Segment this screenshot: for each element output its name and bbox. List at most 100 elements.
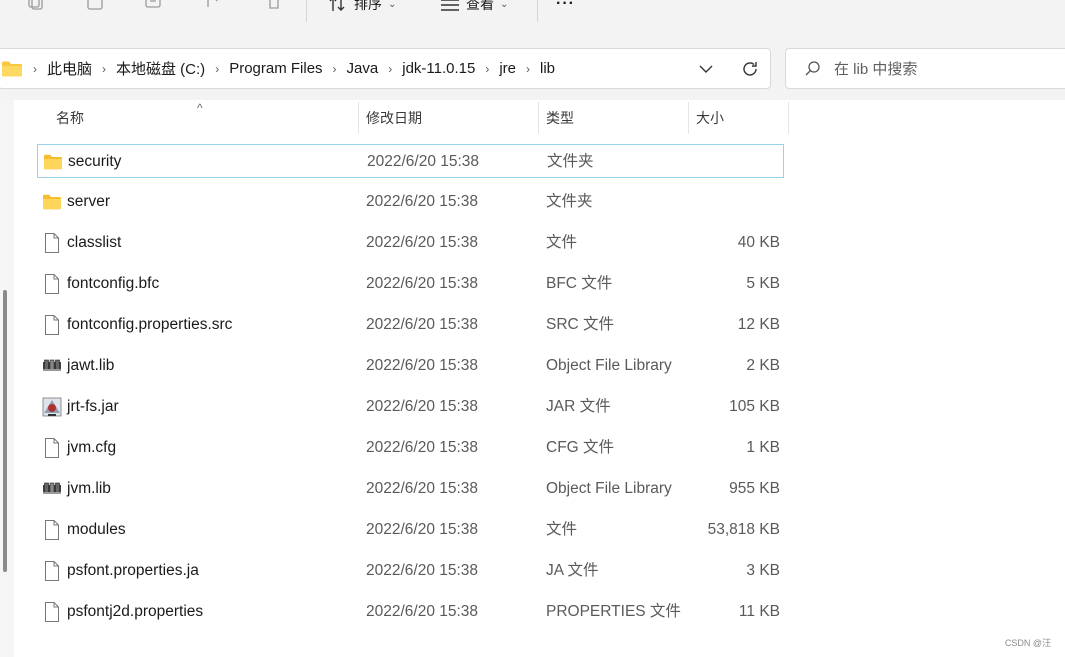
address-bar[interactable]: › 此电脑 › 本地磁盘 (C:) › Program Files › Java…: [0, 48, 771, 89]
file-type: CFG 文件: [546, 439, 615, 456]
file-icon: [42, 437, 62, 459]
file-row[interactable]: server 2022/6/20 15:38 文件夹: [37, 185, 784, 219]
address-row: › 此电脑 › 本地磁盘 (C:) › Program Files › Java…: [0, 38, 1065, 100]
file-row[interactable]: jvm.lib 2022/6/20 15:38 Object File Librar…: [37, 472, 784, 506]
file-icon: [42, 560, 62, 582]
file-type: 文件夹: [547, 153, 594, 170]
folder-icon: [43, 151, 63, 173]
folder-icon: [2, 61, 22, 76]
file-row[interactable]: jawt.lib 2022/6/20 15:38 Object File Libra…: [37, 349, 784, 383]
column-header-date[interactable]: 修改日期: [366, 100, 422, 136]
view-label: 查看: [466, 0, 494, 12]
watermark: CSDN @汪: [1004, 638, 1051, 648]
breadcrumb-program-files[interactable]: Program Files: [225, 60, 326, 77]
column-header-size[interactable]: 大小: [696, 100, 724, 136]
column-divider[interactable]: [358, 102, 359, 134]
file-size: 3 KB: [746, 562, 780, 579]
file-type: BFC 文件: [546, 275, 613, 292]
chevron-right-icon[interactable]: ›: [27, 62, 43, 76]
view-button[interactable]: 查看 ⌄: [440, 0, 508, 14]
copy-icon[interactable]: [26, 0, 44, 10]
chevron-right-icon[interactable]: ›: [479, 62, 495, 76]
chevron-right-icon[interactable]: ›: [96, 62, 112, 76]
sort-indicator-icon: ^: [197, 101, 203, 115]
file-type: 文件: [546, 521, 578, 538]
chevron-down-icon[interactable]: [698, 61, 714, 77]
chevron-down-icon: ⌄: [388, 0, 397, 10]
rename-icon[interactable]: [145, 0, 163, 10]
file-name: jvm.lib: [67, 480, 111, 497]
file-row[interactable]: psfont.properties.ja 2022/6/20 15:38 JA 文件…: [37, 554, 784, 588]
more-button[interactable]: ···: [556, 0, 575, 14]
file-row[interactable]: modules 2022/6/20 15:38 文件 53,818 KB: [37, 513, 784, 547]
scrollbar-track[interactable]: [0, 100, 14, 657]
refresh-icon[interactable]: [740, 59, 760, 79]
column-divider[interactable]: [688, 102, 689, 134]
column-divider[interactable]: [788, 102, 789, 134]
file-date: 2022/6/20 15:38: [366, 275, 479, 292]
file-row[interactable]: security 2022/6/20 15:38 文件夹: [37, 144, 784, 178]
file-date: 2022/6/20 15:38: [366, 562, 479, 579]
file-type: 文件: [546, 234, 578, 251]
file-size: 12 KB: [737, 316, 780, 333]
file-name: psfontj2d.properties: [67, 603, 204, 620]
folder-icon: [42, 191, 62, 213]
chevron-right-icon[interactable]: ›: [209, 62, 225, 76]
file-icon: [42, 314, 62, 336]
file-row[interactable]: jvm.cfg 2022/6/20 15:38 CFG 文件 1 KB: [37, 431, 784, 465]
file-name: fontconfig.bfc: [67, 275, 160, 292]
scrollbar-thumb[interactable]: [3, 290, 7, 572]
command-bar: 排序 ⌄ 查看 ⌄ ···: [0, 0, 1065, 38]
chevron-right-icon[interactable]: ›: [327, 62, 343, 76]
file-name: security: [68, 153, 122, 170]
file-name: jvm.cfg: [67, 439, 117, 456]
breadcrumb-java[interactable]: Java: [343, 60, 383, 77]
file-size: 955 KB: [729, 480, 780, 497]
delete-icon[interactable]: [265, 0, 283, 10]
file-size: 1 KB: [746, 439, 780, 456]
file-type: JAR 文件: [546, 398, 611, 415]
file-date: 2022/6/20 15:38: [366, 193, 479, 210]
lib-icon: [42, 355, 62, 377]
search-box[interactable]: 在 lib 中搜索: [785, 48, 1065, 89]
paste-icon[interactable]: [86, 0, 104, 10]
breadcrumb-jre[interactable]: jre: [495, 60, 520, 77]
search-input[interactable]: 在 lib 中搜索: [834, 58, 917, 79]
file-size: 5 KB: [746, 275, 780, 292]
file-row[interactable]: psfontj2d.properties 2022/6/20 15:38 PROPE…: [37, 595, 784, 629]
file-type: 文件夹: [546, 193, 593, 210]
column-header-name[interactable]: 名称: [56, 100, 84, 136]
file-type: SRC 文件: [546, 316, 615, 333]
search-icon: [805, 60, 820, 75]
file-name: jrt-fs.jar: [67, 398, 119, 415]
column-header-type[interactable]: 类型: [546, 100, 574, 136]
more-icon: ···: [556, 0, 575, 12]
file-type: Object File Library: [546, 357, 672, 374]
breadcrumb-jdk[interactable]: jdk-11.0.15: [398, 60, 479, 77]
file-row[interactable]: fontconfig.properties.src 2022/6/20 15:38…: [37, 308, 784, 342]
file-date: 2022/6/20 15:38: [366, 603, 479, 620]
file-row[interactable]: fontconfig.bfc 2022/6/20 15:38 BFC 文件 5 KB: [37, 267, 784, 301]
breadcrumb-c-drive[interactable]: 本地磁盘 (C:): [112, 58, 209, 79]
file-type: PROPERTIES 文件: [546, 603, 681, 620]
file-size: 2 KB: [746, 357, 780, 374]
file-row[interactable]: classlist 2022/6/20 15:38 文件 40 KB: [37, 226, 784, 260]
column-divider[interactable]: [538, 102, 539, 134]
sort-button[interactable]: 排序 ⌄: [328, 0, 396, 14]
breadcrumb-this-pc[interactable]: 此电脑: [43, 58, 96, 79]
file-date: 2022/6/20 15:38: [366, 521, 479, 538]
toolbar-separator: [537, 0, 538, 22]
file-date: 2022/6/20 15:38: [367, 153, 480, 170]
file-name: classlist: [67, 234, 122, 251]
view-icon: [441, 0, 459, 11]
file-icon: [42, 232, 62, 254]
chevron-right-icon[interactable]: ›: [382, 62, 398, 76]
file-row[interactable]: jrt-fs.jar 2022/6/20 15:38 JAR 文件 105 KB: [37, 390, 784, 424]
file-date: 2022/6/20 15:38: [366, 398, 479, 415]
share-icon[interactable]: [205, 0, 223, 10]
chevron-right-icon[interactable]: ›: [520, 62, 536, 76]
file-name: server: [67, 193, 111, 210]
file-icon: [42, 601, 62, 623]
sort-label: 排序: [354, 0, 382, 12]
breadcrumb-lib[interactable]: lib: [536, 60, 559, 77]
